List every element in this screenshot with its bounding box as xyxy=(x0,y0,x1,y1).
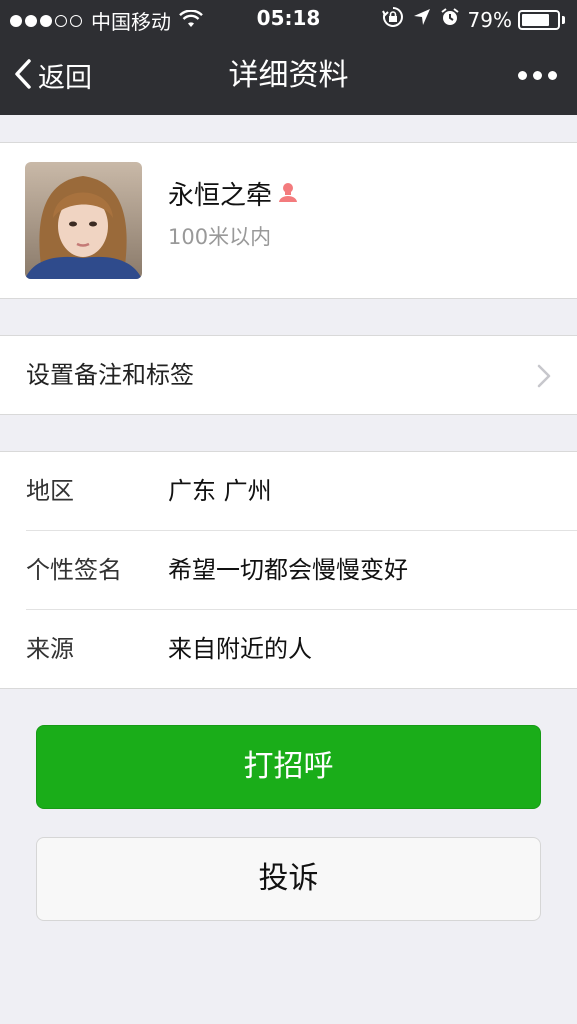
distance-label: 100米以内 xyxy=(168,225,272,249)
more-button[interactable] xyxy=(512,36,557,115)
alarm-icon xyxy=(440,7,468,32)
battery-icon xyxy=(518,9,560,30)
name-row: 永恒之牵 xyxy=(168,175,300,212)
info-key: 地区 xyxy=(26,477,74,505)
info-card: 地区 广东 广州 个性签名 希望一切都会慢慢变好 来源 来自附近的人 xyxy=(0,451,577,689)
profile-name: 永恒之牵 xyxy=(168,181,273,211)
info-key: 来源 xyxy=(26,635,74,663)
info-row-source: 来源 来自附近的人 xyxy=(0,610,577,689)
status-right: 79% xyxy=(381,6,565,33)
battery-cap xyxy=(562,15,565,24)
battery-fill xyxy=(522,13,549,26)
more-dot-icon xyxy=(533,71,542,80)
chevron-right-icon xyxy=(537,364,551,392)
info-key: 个性签名 xyxy=(26,556,122,584)
remark-label: 设置备注和标签 xyxy=(26,361,194,389)
say-hello-button[interactable]: 打招呼 xyxy=(36,725,541,809)
female-icon xyxy=(276,180,300,208)
info-row-region: 地区 广东 广州 xyxy=(0,452,577,531)
profile-card: 永恒之牵 100米以内 xyxy=(0,142,577,299)
nav-bar: 返回 详细资料 xyxy=(0,36,577,115)
page-title: 详细资料 xyxy=(228,58,349,93)
info-value: 希望一切都会慢慢变好 xyxy=(168,556,408,584)
avatar[interactable] xyxy=(25,162,142,279)
more-dot-icon xyxy=(548,71,557,80)
rotation-lock-icon xyxy=(381,6,412,33)
info-value: 广东 广州 xyxy=(168,477,272,505)
more-dot-icon xyxy=(518,71,527,80)
info-value: 来自附近的人 xyxy=(168,635,312,663)
set-remark-row[interactable]: 设置备注和标签 xyxy=(0,335,577,415)
report-button[interactable]: 投诉 xyxy=(36,837,541,921)
battery-percent: 79% xyxy=(467,7,512,32)
info-row-signature: 个性签名 希望一切都会慢慢变好 xyxy=(0,531,577,610)
location-arrow-icon xyxy=(412,7,440,32)
status-bar: 中国移动 05:18 79% xyxy=(0,0,577,36)
